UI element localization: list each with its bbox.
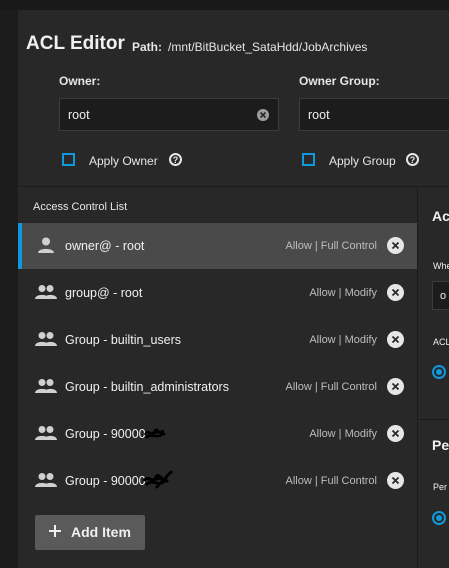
redaction-scribble <box>143 428 166 439</box>
redaction-scribble <box>142 470 173 489</box>
remove-icon[interactable] <box>387 284 404 301</box>
owner-group-label: Owner Group: <box>299 74 380 88</box>
clear-icon[interactable] <box>257 109 269 121</box>
path-value: /mnt/BitBucket_SataHdd/JobArchives <box>168 40 368 54</box>
permissions-label: Per <box>433 482 448 492</box>
permissions-heading: Pe <box>432 437 449 453</box>
acl-item-name: Group - 90000 <box>65 474 146 488</box>
add-item-label: Add Item <box>71 524 131 540</box>
apply-owner-label: Apply Owner <box>89 154 158 168</box>
remove-icon[interactable] <box>387 472 404 489</box>
acl-item-builtin-administrators[interactable]: Group - builtin_administrators Allow | F… <box>18 364 417 410</box>
apply-owner-checkbox[interactable] <box>62 153 75 166</box>
acl-item-owner[interactable]: owner@ - root Allow | Full Control <box>18 223 417 269</box>
person-icon <box>38 237 54 253</box>
add-item-button[interactable]: Add Item <box>35 515 145 550</box>
path-display: Path: /mnt/BitBucket_SataHdd/JobArchives <box>132 40 367 54</box>
who-select-value: o <box>440 290 447 302</box>
apply-group-checkbox[interactable] <box>302 153 315 166</box>
acl-item-name: Group - builtin_users <box>65 333 182 347</box>
acl-list-heading: Access Control List <box>33 201 128 213</box>
remove-icon[interactable] <box>387 378 404 395</box>
owner-input[interactable]: root <box>59 98 279 131</box>
group-icon <box>35 379 57 393</box>
group-icon <box>35 426 57 440</box>
acl-item-group-90000-full[interactable]: Group - 90000 Allow | Full Control <box>18 458 417 504</box>
acl-item-name: owner@ - root <box>65 239 145 253</box>
group-icon <box>35 473 57 487</box>
help-icon[interactable]: ? <box>406 153 419 166</box>
apply-group-label: Apply Group <box>329 154 396 168</box>
acl-item-permission: Allow | Modify <box>309 287 377 299</box>
acl-item-name: group@ - root <box>65 286 143 300</box>
group-icon <box>35 285 57 299</box>
permissions-radio[interactable] <box>432 511 446 525</box>
owner-group-input[interactable]: root <box>299 98 449 131</box>
access-heading: Ac <box>432 208 449 224</box>
who-select[interactable]: o <box>432 281 449 310</box>
page-title: ACL Editor <box>26 33 125 54</box>
path-label: Path: <box>132 40 162 54</box>
owner-input-value: root <box>68 108 90 122</box>
plus-icon <box>49 525 61 537</box>
acl-item-builtin-users[interactable]: Group - builtin_users Allow | Modify <box>18 317 417 363</box>
acl-type-radio[interactable] <box>432 365 446 379</box>
acl-item-permission: Allow | Modify <box>309 428 377 440</box>
acl-item-permission: Allow | Full Control <box>285 240 378 252</box>
owner-label: Owner: <box>59 74 101 88</box>
help-icon[interactable]: ? <box>169 153 182 166</box>
remove-icon[interactable] <box>387 237 404 254</box>
acl-item-group-root[interactable]: group@ - root Allow | Modify <box>18 270 417 316</box>
top-strip <box>0 0 449 10</box>
acl-item-permission: Allow | Full Control <box>285 381 378 393</box>
group-icon <box>35 332 57 346</box>
acl-item-name: Group - 90000 <box>65 427 146 441</box>
remove-icon[interactable] <box>387 425 404 442</box>
selected-indicator <box>18 223 22 269</box>
acl-item-name: Group - builtin_administrators <box>65 380 229 394</box>
acl-item-permission: Allow | Full Control <box>285 475 378 487</box>
acl-type-label: ACL <box>433 337 449 347</box>
owner-group-input-value: root <box>308 108 330 122</box>
who-label: Whe <box>433 261 449 271</box>
acl-item-permission: Allow | Modify <box>309 334 377 346</box>
remove-icon[interactable] <box>387 331 404 348</box>
acl-item-group-90000-modify[interactable]: Group - 90000 Allow | Modify <box>18 411 417 457</box>
